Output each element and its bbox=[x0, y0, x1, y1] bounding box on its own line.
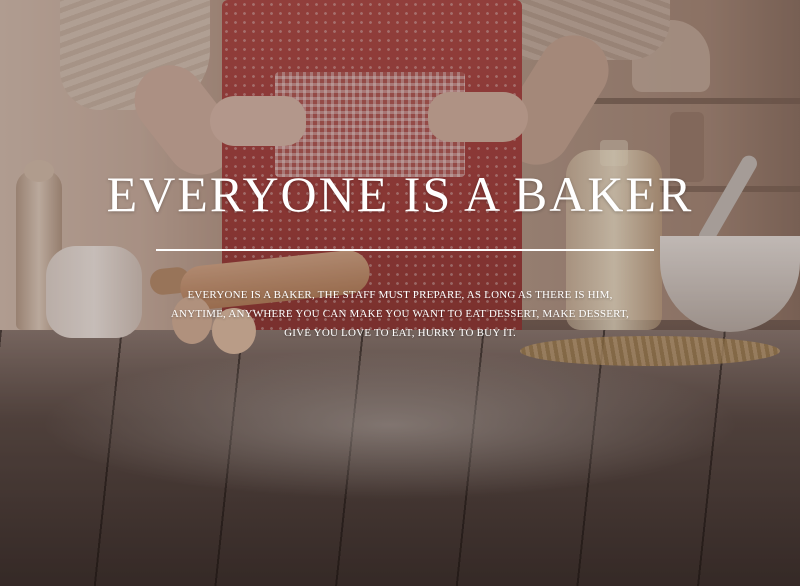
hero-content: EVERYONE IS A BAKER EVERYONE IS A BAKER,… bbox=[0, 0, 800, 586]
hero-description: EVERYONE IS A BAKER, THE STAFF MUST PREP… bbox=[170, 289, 630, 339]
hero-banner: EVERYONE IS A BAKER EVERYONE IS A BAKER,… bbox=[0, 0, 800, 586]
hero-title: EVERYONE IS A BAKER bbox=[106, 166, 694, 222]
title-divider bbox=[156, 249, 654, 251]
